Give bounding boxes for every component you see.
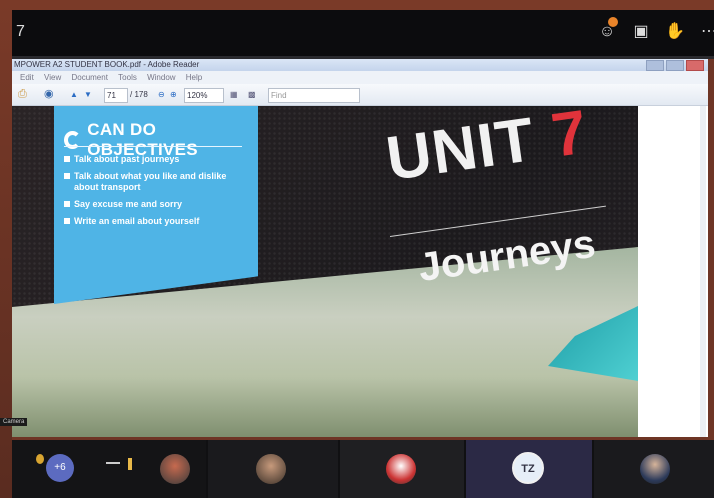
objective-item: Talk about what you like and dislike abo… [64,171,249,193]
fit-width-icon[interactable]: ▩ [248,88,256,101]
avatar[interactable] [256,454,286,484]
avatar[interactable] [386,454,416,484]
unit-heading: UNIT 7 [382,106,592,195]
participant-tile[interactable] [594,440,714,498]
avatar[interactable] [640,454,670,484]
objective-item: Say excuse me and sorry [64,199,249,210]
zoom-out-icon[interactable]: ⊖ [158,88,165,101]
objectives-panel: CAN DO OBJECTIVES Talk about past journe… [54,106,258,304]
scrollbar[interactable] [700,106,706,437]
unit-word: UNIT [382,106,540,195]
unit-number: 7 [547,106,593,171]
mic-icon [128,458,132,470]
menu-view[interactable]: View [44,73,61,82]
menu-edit[interactable]: Edit [20,73,34,82]
prev-page-icon[interactable]: ▲ [70,88,78,101]
page-total: / 178 [130,90,148,99]
next-page-icon[interactable]: ▼ [84,88,92,101]
print-icon[interactable]: ⎙ [18,88,27,101]
globe-icon[interactable]: ◉ [44,88,54,101]
reader-side-area [638,106,708,437]
participant-tile[interactable] [340,440,464,498]
shared-screen-reader-window: MPOWER A2 STUDENT BOOK.pdf - Adobe Reade… [12,59,708,437]
meeting-title: 7 [16,23,25,40]
reader-menu-bar: Edit View Document Tools Window Help [12,71,708,84]
raise-hand-icon[interactable]: ✋ [664,21,686,43]
pdf-page: CAN DO OBJECTIVES Talk about past journe… [12,106,638,437]
reader-toolbar: ⎙ ◉ ▲ ▼ 71 / 178 ⊖ ⊕ 120% ▦ ▩ Find [12,84,708,106]
mute-dash-icon [106,462,120,464]
objective-item: Talk about past journeys [64,154,249,165]
zoom-in-icon[interactable]: ⊕ [170,88,177,101]
reader-window-title: MPOWER A2 STUDENT BOOK.pdf - Adobe Reade… [14,60,200,69]
objective-item: Write an email about yourself [64,216,249,227]
participant-tile[interactable]: TZ [466,440,592,498]
menu-help[interactable]: Help [186,73,202,82]
camera-caption: Camera [0,418,28,426]
window-frame-top [0,0,714,10]
participant-tile[interactable]: +6 [12,440,206,498]
menu-document[interactable]: Document [71,73,107,82]
hand-icon [36,454,44,464]
meeting-top-bar: 7 ☺ ▣ ✋ ⋯ [12,10,714,56]
notification-badge [608,17,618,27]
minimize-button[interactable] [646,60,664,71]
objectives-rule [64,146,242,147]
zoom-level[interactable]: 120% [184,88,224,103]
menu-window[interactable]: Window [147,73,175,82]
participant-strip: +6 TZ [12,440,714,498]
page-number-input[interactable]: 71 [104,88,128,103]
overflow-participants-count[interactable]: +6 [46,454,74,482]
avatar[interactable] [160,454,190,484]
maximize-button[interactable] [666,60,684,71]
initials-avatar[interactable]: TZ [512,452,544,484]
find-input[interactable]: Find [268,88,360,103]
objectives-list: Talk about past journeys Talk about what… [64,154,249,233]
participant-tile[interactable] [208,440,338,498]
people-icon[interactable]: ☺ [596,17,618,43]
close-button[interactable] [686,60,704,71]
chat-icon[interactable]: ▣ [630,21,652,43]
more-icon[interactable]: ⋯ [698,21,714,43]
reader-title-bar: MPOWER A2 STUDENT BOOK.pdf - Adobe Reade… [12,59,708,71]
menu-tools[interactable]: Tools [118,73,137,82]
fit-page-icon[interactable]: ▦ [230,88,238,101]
